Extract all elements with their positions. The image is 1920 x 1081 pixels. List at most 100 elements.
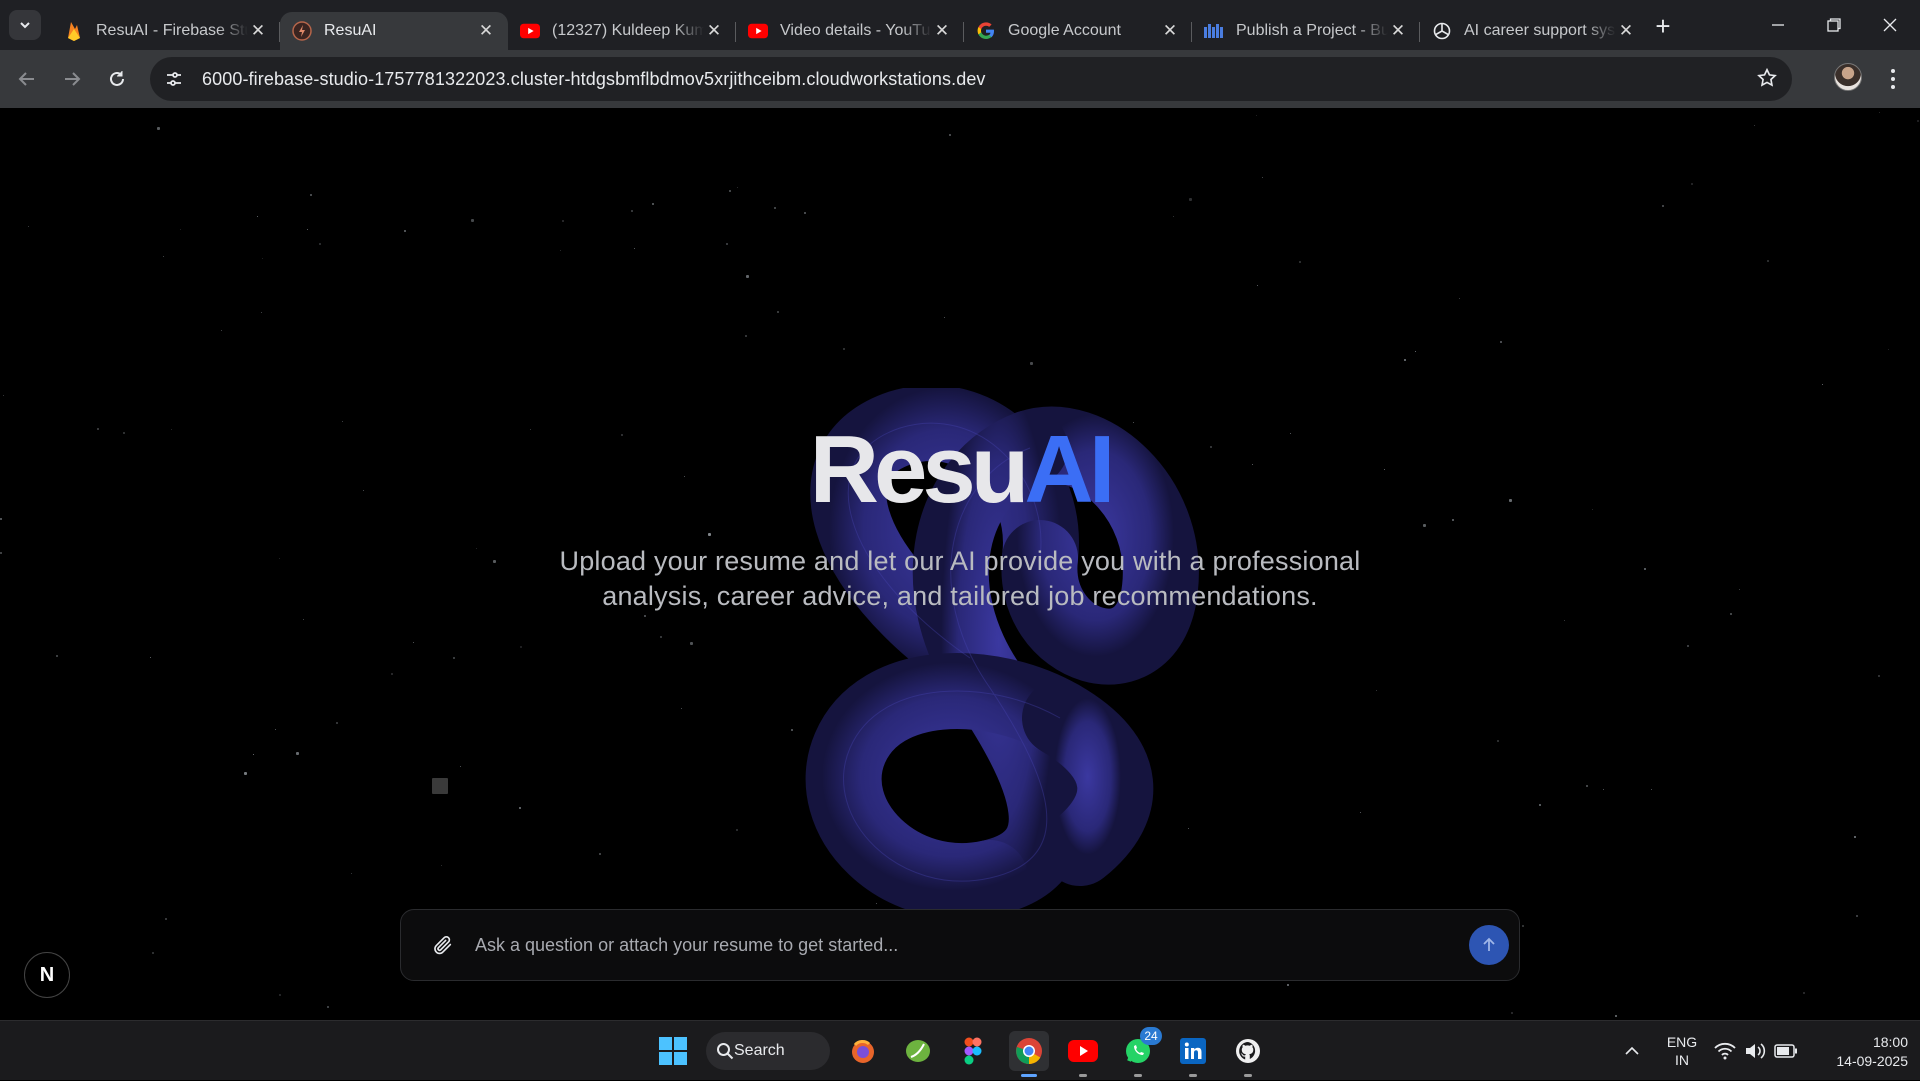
tagline-line-2: analysis, career advice, and tailored jo…: [602, 581, 1318, 611]
site-info-button[interactable]: [154, 59, 194, 99]
taskbar-app-figma[interactable]: [953, 1031, 993, 1071]
close-tab-icon[interactable]: ✕: [1160, 21, 1180, 41]
star-dot: [351, 873, 352, 874]
close-window-button[interactable]: [1862, 0, 1918, 50]
star-dot: [279, 994, 281, 996]
star-dot: [804, 212, 806, 214]
arrow-left-icon: [18, 72, 34, 86]
taskbar-search[interactable]: Search: [706, 1032, 830, 1070]
youtube-icon: [1068, 1040, 1098, 1062]
star-dot: [560, 250, 561, 251]
bookmark-star-icon[interactable]: [1756, 67, 1778, 94]
close-tab-icon[interactable]: ✕: [704, 21, 724, 41]
address-bar[interactable]: 6000-firebase-studio-1757781322023.clust…: [150, 57, 1792, 101]
tab-title: ResuAI: [324, 22, 377, 39]
new-tab-button[interactable]: +: [1649, 11, 1677, 41]
star-dot: [726, 243, 728, 245]
reload-button[interactable]: [100, 62, 134, 96]
star-dot: [3, 395, 4, 396]
star-dot: [303, 619, 304, 620]
star-dot: [1511, 1012, 1513, 1014]
tagline: Upload your resume and let our AI provid…: [0, 544, 1920, 614]
star-dot: [157, 127, 160, 130]
close-tab-icon[interactable]: ✕: [476, 21, 496, 41]
star-dot: [777, 311, 779, 313]
firebase-icon: [64, 21, 84, 41]
whatsapp-unread-badge: 24: [1140, 1027, 1162, 1045]
star-dot: [1415, 351, 1416, 352]
tab-google-account[interactable]: Google Account ✕: [964, 12, 1192, 50]
taskbar-app-github[interactable]: [1228, 1031, 1268, 1077]
star-dot: [1822, 384, 1823, 385]
tab-video-details[interactable]: Video details - YouTube ✕: [736, 12, 964, 50]
star-dot: [336, 722, 338, 724]
send-button[interactable]: [1469, 925, 1509, 965]
star-dot: [1497, 740, 1499, 742]
paperclip-icon: [434, 935, 452, 955]
tab-title: ResuAI - Firebase Studio: [96, 22, 248, 39]
star-dot: [163, 256, 164, 257]
tab-resuai-firebase-studio[interactable]: ResuAI - Firebase Studio ✕: [52, 12, 280, 50]
profile-avatar[interactable]: [1834, 63, 1862, 91]
attach-file-button[interactable]: [419, 921, 467, 969]
close-tab-icon[interactable]: ✕: [1616, 21, 1636, 41]
spring-leaf-icon: [906, 1040, 930, 1062]
tab-youtube-channel[interactable]: (12327) Kuldeep Kumar ✕: [508, 12, 736, 50]
browser-menu-button[interactable]: [1880, 62, 1906, 96]
tab-resuai[interactable]: ResuAI ✕: [280, 12, 508, 50]
taskbar-app-linkedin[interactable]: [1173, 1031, 1213, 1077]
search-icon: [717, 1043, 734, 1060]
star-dot: [634, 248, 635, 249]
chevron-down-icon: [20, 22, 30, 29]
taskbar-app-spring[interactable]: [898, 1031, 938, 1071]
star-dot: [1917, 120, 1919, 122]
tab-list: ResuAI - Firebase Studio ✕ ResuAI ✕ (123…: [52, 6, 1648, 50]
star-dot: [180, 229, 181, 230]
chevron-up-icon: [1625, 1046, 1639, 1055]
show-hidden-icons-button[interactable]: [1612, 1031, 1652, 1071]
resuai-icon: [292, 21, 312, 41]
forward-button[interactable]: [55, 62, 89, 96]
star-dot: [737, 187, 738, 188]
tab-search-button[interactable]: [9, 10, 41, 40]
taskbar-app-firefox-like[interactable]: [843, 1031, 883, 1071]
clock-date: 14-09-2025: [1836, 1053, 1908, 1069]
nextjs-dev-badge[interactable]: N: [24, 952, 70, 998]
star-dot: [1687, 645, 1689, 647]
star-dot: [562, 220, 564, 222]
close-tab-icon[interactable]: ✕: [248, 21, 268, 41]
taskbar-app-chrome[interactable]: [1009, 1031, 1049, 1077]
back-button[interactable]: [10, 62, 44, 96]
close-tab-icon[interactable]: ✕: [1388, 21, 1408, 41]
chat-input[interactable]: [475, 934, 1469, 956]
url-text[interactable]: 6000-firebase-studio-1757781322023.clust…: [202, 69, 986, 90]
system-clock[interactable]: 18:00 14-09-2025: [1812, 1033, 1908, 1071]
taskbar-app-whatsapp[interactable]: 24: [1118, 1027, 1162, 1077]
minimize-button[interactable]: [1750, 0, 1806, 50]
close-tab-icon[interactable]: ✕: [932, 21, 952, 41]
star-dot: [28, 226, 29, 227]
arrow-right-icon: [65, 72, 81, 86]
reload-icon: [110, 71, 124, 86]
star-dot: [652, 203, 654, 205]
restore-button[interactable]: [1806, 0, 1862, 50]
star-dot: [1173, 216, 1174, 217]
github-icon: [1236, 1039, 1260, 1063]
tab-ai-career-support[interactable]: AI career support sys ✕: [1420, 12, 1648, 50]
start-button[interactable]: [653, 1031, 693, 1071]
star-dot: [1262, 177, 1263, 178]
clock-time: 18:00: [1872, 1034, 1908, 1050]
star-dot: [1287, 984, 1289, 986]
language-indicator[interactable]: ENG IN: [1664, 1033, 1700, 1069]
windows-logo-icon: [659, 1037, 687, 1065]
youtube-icon: [748, 21, 768, 41]
tab-title: AI career support sys: [1464, 22, 1616, 39]
google-icon: [976, 21, 996, 41]
taskbar-app-youtube[interactable]: [1063, 1031, 1103, 1077]
star-dot: [690, 642, 693, 645]
system-tray[interactable]: [1714, 1021, 1798, 1081]
star-dot: [257, 216, 258, 217]
tab-publish-project[interactable]: Publish a Project - Bu ✕: [1192, 12, 1420, 50]
star-dot: [261, 312, 262, 313]
star-dot: [165, 918, 167, 920]
